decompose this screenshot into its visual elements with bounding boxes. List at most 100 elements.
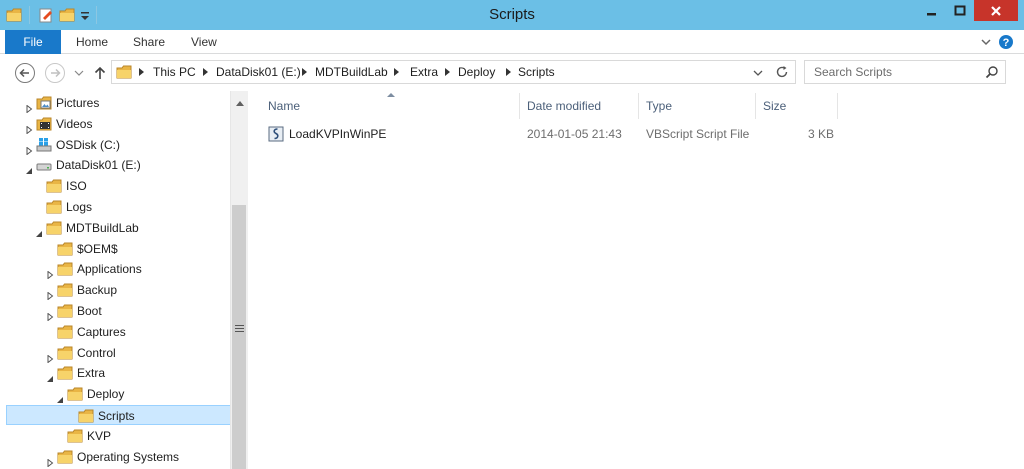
breadcrumb-extra[interactable]: Extra (410, 61, 438, 83)
ribbon-tabs: File Home Share View (0, 30, 1024, 54)
breadcrumb-separator[interactable] (302, 68, 307, 76)
navigation-pane[interactable]: Pictures Videos OSDisk (C:) DataDisk01 (E:)… (0, 91, 248, 469)
tree-item-label: MDTBuildLab (66, 220, 139, 235)
tree-item-label: Extra (77, 366, 106, 381)
minimize-icon (927, 12, 936, 15)
window-title: Scripts (489, 6, 535, 23)
breadcrumb-separator[interactable] (139, 68, 144, 76)
chevron-down-icon (981, 39, 991, 46)
tree-item-applications[interactable]: Applications (0, 259, 230, 280)
minimize-button[interactable] (918, 0, 946, 21)
address-history-button[interactable] (753, 67, 763, 81)
tab-file[interactable]: File (5, 30, 61, 54)
refresh-icon (776, 66, 788, 78)
file-row[interactable]: LoadKVPInWinPE 2014-01-05 21:43 VBScript… (261, 123, 838, 145)
tree-item-deploy[interactable]: Deploy (0, 384, 230, 404)
breadcrumb-deploy[interactable]: Deploy (458, 61, 495, 83)
close-icon (991, 5, 1001, 16)
file-date-modified: 2014-01-05 21:43 (527, 127, 622, 141)
back-button[interactable] (14, 62, 36, 84)
help-icon: ? (999, 35, 1013, 49)
maximize-button[interactable] (946, 0, 974, 21)
collapsed-arrow-icon[interactable] (46, 453, 54, 469)
tree-item-boot[interactable]: Boot (0, 301, 230, 322)
search-placeholder: Search Scripts (814, 65, 893, 79)
tree-item-logs[interactable]: Logs (0, 197, 230, 217)
tree-item-label: ISO (66, 179, 87, 194)
tab-view[interactable]: View (191, 30, 217, 54)
breadcrumb-mdtbuildlab[interactable]: MDTBuildLab (315, 61, 388, 83)
tree-item-captures[interactable]: Captures (0, 322, 230, 342)
file-size: 3 KB (808, 127, 835, 141)
scrollbar-grip-icon (235, 322, 244, 336)
expand-ribbon-button[interactable] (980, 33, 992, 51)
column-header-size[interactable]: Size (756, 93, 838, 119)
tree-item-label: Scripts (98, 409, 135, 423)
tree-item-backup[interactable]: Backup (0, 280, 230, 301)
folder-icon (57, 449, 73, 469)
close-button[interactable] (974, 0, 1018, 21)
column-header-name[interactable]: Name (261, 93, 520, 119)
recent-locations-button[interactable] (73, 62, 85, 84)
chevron-down-icon (753, 70, 763, 76)
navigation-bar: This PC DataDisk01 (E:) MDTBuildLab Extr… (0, 55, 1024, 91)
up-arrow-icon (94, 66, 106, 79)
file-list-pane[interactable] (249, 91, 1024, 469)
tree-item-label: Applications (77, 262, 142, 277)
scroll-up-arrow-icon[interactable] (235, 96, 245, 110)
tree-item-oem[interactable]: $OEM$ (0, 239, 230, 259)
tree-item-label: Captures (77, 324, 126, 339)
search-icon[interactable] (985, 65, 999, 82)
column-header-type[interactable]: Type (639, 93, 756, 119)
tree-item-label: DataDisk01 (E:) (56, 158, 141, 173)
tree-item-label: Videos (56, 116, 93, 131)
tree-item-label: Pictures (56, 96, 100, 110)
tree-item-label: Control (77, 345, 116, 360)
refresh-button[interactable] (775, 65, 789, 82)
breadcrumb-separator[interactable] (203, 68, 208, 76)
tree-item-videos[interactable]: Videos (0, 114, 230, 135)
tree-item-extra[interactable]: Extra (0, 363, 230, 383)
chevron-down-icon (74, 70, 84, 76)
vbscript-file-icon (268, 126, 284, 149)
address-bar[interactable]: This PC DataDisk01 (E:) MDTBuildLab Extr… (111, 60, 796, 84)
svg-text:?: ? (1003, 37, 1010, 49)
tree-item-datadisk01-e[interactable]: DataDisk01 (E:) (0, 155, 230, 175)
forward-button[interactable] (44, 62, 66, 84)
tree-item-scripts[interactable]: Scripts (6, 405, 231, 425)
breadcrumb-separator[interactable] (445, 68, 450, 76)
help-button[interactable]: ? (998, 33, 1014, 51)
tree-item-control[interactable]: Control (0, 343, 230, 364)
breadcrumb-separator[interactable] (394, 68, 399, 76)
breadcrumb-scripts[interactable]: Scripts (518, 61, 555, 83)
up-button[interactable] (89, 62, 111, 84)
back-arrow-icon (15, 63, 35, 83)
tree-item-operating-systems[interactable]: Operating Systems (0, 447, 230, 469)
folder-icon (116, 64, 132, 83)
tree-item-label: KVP (87, 428, 112, 443)
tree-item-label: Boot (77, 304, 102, 318)
tree-item-label: Logs (66, 200, 93, 214)
scrollbar-thumb[interactable] (232, 205, 246, 469)
tree-item-label: OSDisk (C:) (56, 137, 120, 152)
tree-item-label: $OEM$ (77, 241, 118, 256)
tab-share[interactable]: Share (133, 30, 165, 54)
maximize-icon (954, 5, 966, 15)
forward-arrow-icon (45, 63, 65, 83)
file-name[interactable]: LoadKVPInWinPE (289, 123, 386, 145)
tree-item-label: Operating Systems (77, 449, 180, 464)
tab-home[interactable]: Home (76, 30, 108, 54)
title-bar: Scripts (0, 0, 1024, 30)
tree-item-label: Deploy (87, 387, 125, 402)
breadcrumb-separator[interactable] (506, 68, 511, 76)
tree-item-kvp[interactable]: KVP (0, 426, 230, 446)
tree-item-pictures[interactable]: Pictures (0, 93, 230, 114)
tree-item-label: Backup (77, 283, 118, 298)
search-input[interactable]: Search Scripts (804, 60, 1006, 84)
tree-item-iso[interactable]: ISO (0, 176, 230, 196)
column-header-date-modified[interactable]: Date modified (520, 93, 639, 119)
breadcrumb-this-pc[interactable]: This PC (153, 61, 196, 83)
tree-item-osdisk-c[interactable]: OSDisk (C:) (0, 135, 230, 156)
tree-item-mdtbuildlab[interactable]: MDTBuildLab (0, 218, 230, 238)
breadcrumb-datadisk01[interactable]: DataDisk01 (E:) (216, 61, 301, 83)
